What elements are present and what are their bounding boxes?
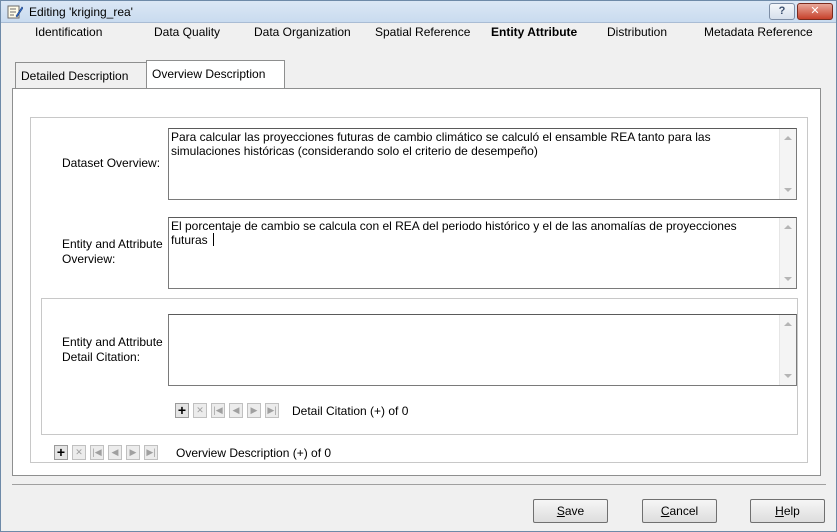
dataset-overview-field[interactable]: Para calcular las proyecciones futuras d… [168,128,797,200]
entity-attribute-overview-scrollbar[interactable] [779,218,796,288]
first-citation-button[interactable]: |◀ [211,403,225,418]
tab-detailed-description[interactable]: Detailed Description [15,62,147,88]
delete-overview-button[interactable]: ✕ [72,445,86,460]
last-citation-button[interactable]: ▶| [265,403,279,418]
detail-citation-label-line2: Detail Citation: [62,350,141,364]
editor-window: Editing 'kriging_rea' ? ✕ Identification… [0,0,837,532]
tab-identification[interactable]: Identification [35,25,102,39]
window-title: Editing 'kriging_rea' [29,5,133,19]
previous-overview-button[interactable]: ◀ [108,445,122,460]
add-citation-button[interactable]: + [175,403,189,418]
tab-entity-attribute[interactable]: Entity Attribute [491,25,577,39]
detail-citation-scrollbar[interactable] [779,315,796,385]
entity-attribute-overview-label-line2: Overview: [62,252,116,266]
scroll-down-icon[interactable] [784,188,792,192]
sub-tab-strip: Detailed Description Overview Descriptio… [1,60,836,89]
detail-citation-label-line1: Entity and Attribute [62,335,163,349]
detail-citation-navigator: + ✕ |◀ ◀ ▶ ▶| Detail Citation (+) of 0 [175,403,435,419]
dataset-overview-label: Dataset Overview: [62,156,161,170]
main-tab-strip: Identification Data Quality Data Organiz… [1,23,836,41]
first-overview-button[interactable]: |◀ [90,445,104,460]
close-button[interactable]: ✕ [797,3,833,20]
previous-citation-button[interactable]: ◀ [229,403,243,418]
help-label-rest: elp [783,504,800,518]
cancel-label-rest: ancel [669,504,699,518]
detail-citation-counter: Detail Citation (+) of 0 [292,404,409,418]
scroll-up-icon[interactable] [784,136,792,140]
overview-description-counter: Overview Description (+) of 0 [176,446,332,460]
cancel-button[interactable]: Cancel [642,499,717,523]
last-overview-button[interactable]: ▶| [144,445,158,460]
overview-description-navigator: + ✕ |◀ ◀ ▶ ▶| Overview Description (+) o… [54,445,354,461]
next-citation-button[interactable]: ▶ [247,403,261,418]
tab-metadata-reference[interactable]: Metadata Reference [704,25,813,39]
edit-document-icon [7,5,23,19]
save-mnemonic: S [556,504,565,518]
save-button[interactable]: Save [533,499,608,523]
entity-attribute-overview-label-line1: Entity and Attribute [62,237,163,251]
help-mnemonic: H [775,504,784,518]
title-bar: Editing 'kriging_rea' ? ✕ [1,1,836,23]
tab-distribution[interactable]: Distribution [607,25,667,39]
help-title-button[interactable]: ? [769,3,795,20]
entity-attribute-overview-text: El porcentaje de cambio se calcula con e… [171,219,740,247]
dataset-overview-text: Para calcular las proyecciones futuras d… [171,130,714,158]
tab-data-quality[interactable]: Data Quality [154,25,220,39]
entity-attribute-overview-field[interactable]: El porcentaje de cambio se calcula con e… [168,217,797,289]
entity-attribute-overview-text-wrap: El porcentaje de cambio se calcula con e… [171,219,776,247]
dataset-overview-scrollbar[interactable] [779,129,796,199]
scroll-down-icon[interactable] [784,374,792,378]
tab-overview-description[interactable]: Overview Description [146,60,285,89]
save-label-rest: ave [564,504,585,518]
scroll-down-icon[interactable] [784,277,792,281]
add-overview-button[interactable]: + [54,445,68,460]
text-cursor [213,233,215,246]
help-button[interactable]: Help [750,499,825,523]
detail-citation-field[interactable] [168,314,797,386]
scroll-up-icon[interactable] [784,225,792,229]
delete-citation-button[interactable]: ✕ [193,403,207,418]
scroll-up-icon[interactable] [784,322,792,326]
footer-divider [12,484,826,485]
next-overview-button[interactable]: ▶ [126,445,140,460]
tab-spatial-reference[interactable]: Spatial Reference [375,25,470,39]
tab-data-organization[interactable]: Data Organization [254,25,351,39]
